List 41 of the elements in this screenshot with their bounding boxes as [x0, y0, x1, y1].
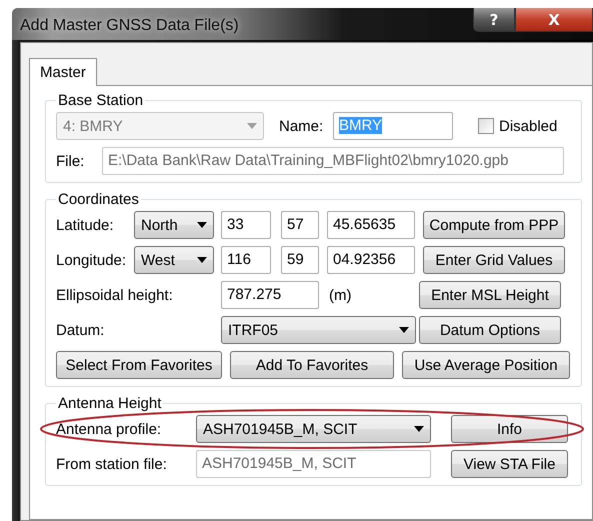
dropdown-arrow-icon — [197, 257, 207, 263]
height-label: Ellipsoidal height: — [56, 286, 174, 304]
profile-label: Antenna profile: — [56, 420, 162, 438]
info-button[interactable]: Info — [451, 415, 568, 443]
action-button[interactable]: Compute from PPP — [423, 211, 565, 239]
favorites-button[interactable]: Select From Favorites — [56, 351, 222, 379]
dropdown-arrow-icon — [414, 426, 424, 432]
coordinate-label: Latitude: — [56, 216, 115, 234]
datum-dropdown[interactable]: ITRF05 — [221, 316, 416, 344]
antenna-profile-dropdown[interactable]: ASH701945B_M, SCIT — [196, 415, 431, 443]
action-button[interactable]: Enter Grid Values — [423, 246, 565, 274]
group-title: Coordinates — [57, 191, 140, 208]
unit-label: (m) — [328, 286, 352, 304]
seconds-field[interactable]: 45.65635 — [327, 211, 415, 239]
favorites-button[interactable]: Use Average Position — [402, 351, 570, 379]
datum-label: Datum: — [56, 322, 106, 338]
height-field[interactable]: 787.275 — [221, 281, 319, 309]
checkbox-label: Disabled — [499, 118, 558, 134]
seconds-field[interactable]: 04.92356 — [327, 246, 415, 274]
hemisphere-dropdown[interactable]: North — [134, 211, 214, 239]
dropdown-arrow-icon — [399, 327, 409, 333]
tab[interactable]: Master — [29, 58, 97, 86]
group-title: Antenna Height — [57, 395, 162, 412]
coordinate-label: Longitude: — [56, 252, 128, 268]
msl-height-button[interactable]: Enter MSL Height — [419, 281, 561, 309]
minutes-field[interactable]: 59 — [281, 246, 319, 274]
station-file-label: From station file: — [56, 456, 168, 472]
hemisphere-dropdown[interactable]: West — [134, 246, 214, 274]
dropdown-arrow-icon — [247, 123, 257, 129]
datum-options-button[interactable]: Datum Options — [419, 316, 561, 344]
close-button[interactable]: X — [515, 8, 593, 32]
degrees-field[interactable]: 116 — [221, 246, 271, 274]
file-label: File: — [56, 152, 86, 170]
group-title: Base Station — [57, 92, 144, 109]
favorites-button[interactable]: Add To Favorites — [230, 351, 394, 379]
degrees-field[interactable]: 33 — [221, 211, 271, 239]
minutes-field[interactable]: 57 — [281, 211, 319, 239]
dropdown-arrow-icon — [197, 222, 207, 228]
name-label: Name: — [279, 118, 324, 134]
window-title: Add Master GNSS Data File(s) — [20, 17, 239, 35]
help-button[interactable]: ? — [473, 8, 515, 32]
